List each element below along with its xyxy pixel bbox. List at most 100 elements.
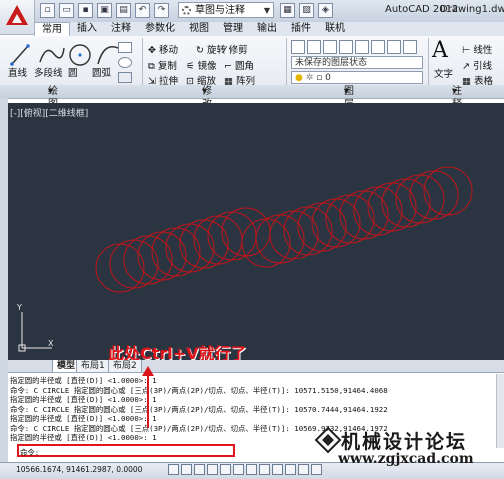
qp-icon[interactable] — [298, 464, 309, 475]
layer-off-icon[interactable] — [355, 40, 369, 54]
modify-fillet[interactable]: ⌐ 圆角 — [224, 58, 254, 72]
arrow-shaft — [147, 373, 149, 428]
lock-icon: ▫ — [316, 73, 323, 83]
modify-trim[interactable]: ⁄ 修剪 — [224, 42, 248, 56]
tpy-icon[interactable] — [285, 464, 296, 475]
application-menu-button[interactable] — [0, 0, 35, 35]
draw-tool-arc[interactable]: 圆弧 — [92, 65, 111, 79]
command-input-highlight — [17, 444, 235, 457]
drawn-circle — [193, 215, 243, 265]
drawn-circle — [423, 166, 473, 216]
annot-linear[interactable]: ⊢ 线性 — [462, 42, 492, 56]
drawn-circle — [269, 210, 319, 260]
dyn-icon[interactable] — [259, 464, 270, 475]
copy-icon: ⧉ — [148, 61, 155, 72]
panel-label-draw[interactable]: 绘图 ▾ — [48, 85, 58, 110]
layer-state-combo[interactable]: 未保存的图层状态 — [291, 56, 423, 69]
drawn-circle — [109, 239, 159, 289]
move-icon: ✥ — [148, 45, 156, 56]
grid-icon[interactable] — [181, 464, 192, 475]
tab-8[interactable]: 联机 — [318, 22, 352, 36]
snap-icon[interactable] — [168, 464, 179, 475]
autocad-window: ▫ ▭ ▪ ▣ ▤ ↶ ↷ 草图与注释 ▼ ▦ ▧ ◈ AutoCAD 2012… — [0, 0, 504, 479]
command-scrollbar[interactable] — [496, 374, 504, 448]
workspace-dropdown[interactable]: 草图与注释 ▼ — [178, 2, 274, 18]
drawn-circle — [207, 211, 257, 261]
left-strip — [0, 98, 8, 462]
layer-state-icon[interactable] — [307, 40, 321, 54]
properties-icon[interactable]: ▧ — [299, 3, 314, 18]
command-prompt[interactable]: 命令: — [20, 447, 39, 458]
gear-icon — [182, 6, 191, 15]
drawn-circle — [165, 223, 215, 273]
annot-text[interactable]: 文字 — [434, 66, 453, 80]
layer-freeze-icon[interactable] — [339, 40, 353, 54]
drawn-circle — [179, 219, 229, 269]
drawn-circle — [311, 198, 361, 248]
panel-label-modify[interactable]: 修改 ▾ — [202, 85, 212, 110]
layer-iso-icon[interactable] — [323, 40, 337, 54]
modify-rotate[interactable]: ↻ 旋转 — [196, 42, 226, 56]
save-icon[interactable]: ▪ — [78, 3, 93, 18]
drawn-circle — [367, 182, 417, 232]
hatch-icon[interactable] — [118, 72, 132, 83]
panel-label-annotation[interactable]: 注释 ▾ — [452, 85, 462, 110]
otrack-icon[interactable] — [233, 464, 244, 475]
draw-tool-line[interactable]: 直线 — [8, 65, 27, 79]
ortho-icon[interactable] — [194, 464, 205, 475]
draw-tool-polyline[interactable]: 多段线 — [34, 65, 63, 79]
draw-tool-circle[interactable]: 圆 — [68, 65, 78, 79]
arc-icon — [97, 46, 119, 65]
text-tool-icon[interactable]: A — [432, 38, 448, 63]
redo-icon[interactable]: ↷ — [154, 3, 169, 18]
drawn-circle — [395, 174, 445, 224]
drawn-circle — [325, 194, 375, 244]
rectangle-icon[interactable] — [118, 42, 132, 53]
modify-move[interactable]: ✥ 移动 — [148, 42, 178, 56]
ellipse-icon[interactable] — [118, 57, 132, 68]
sc-icon[interactable] — [311, 464, 322, 475]
tab-7[interactable]: 插件 — [284, 22, 318, 36]
drawn-circle — [255, 214, 305, 264]
line-icon — [11, 45, 29, 65]
lwt-icon[interactable] — [272, 464, 283, 475]
layout-tabs: 模型 布局1 布局2 — [8, 360, 504, 373]
ducs-icon[interactable] — [246, 464, 257, 475]
panel-labels: 绘图 ▾ 修改 ▾ 图层 ▾ 注释 ▾ — [0, 85, 504, 110]
tab-1[interactable]: 插入 — [70, 22, 104, 36]
linear-dim-icon: ⊢ — [462, 45, 471, 56]
save-as-icon[interactable]: ▣ — [97, 3, 112, 18]
layer-current-icon[interactable] — [403, 40, 417, 54]
layer-match-icon[interactable] — [387, 40, 401, 54]
status-toggles — [168, 464, 322, 475]
tab-3[interactable]: 参数化 — [138, 22, 182, 36]
watermark-url: www.zgjxcad.com — [338, 451, 474, 467]
panel-label-layer[interactable]: 图层 ▾ — [344, 85, 354, 110]
layer-properties-icon[interactable] — [291, 40, 305, 54]
modify-copy[interactable]: ⧉ 复制 — [148, 58, 177, 72]
modify-mirror[interactable]: ⚟ 镜像 — [186, 58, 217, 72]
tab-5[interactable]: 管理 — [216, 22, 250, 36]
tab-6[interactable]: 输出 — [250, 22, 284, 36]
drawn-circle — [339, 190, 389, 240]
layer-icon[interactable]: ▦ — [280, 3, 295, 18]
osnap-icon[interactable] — [220, 464, 231, 475]
open-icon[interactable]: ▭ — [59, 3, 74, 18]
drawn-circle — [221, 207, 271, 257]
tab-2[interactable]: 注释 — [104, 22, 138, 36]
tab-0[interactable]: 常用 — [34, 22, 70, 36]
extra-toolbar: ▦ ▧ ◈ — [280, 3, 333, 18]
polyline-icon — [39, 47, 65, 63]
undo-icon[interactable]: ↶ — [135, 3, 150, 18]
print-icon[interactable]: ▤ — [116, 3, 131, 18]
layer-combo[interactable]: ● ✲ ▫ 0 — [291, 71, 423, 84]
annot-leader[interactable]: ↗ 引线 — [462, 58, 492, 72]
tab-4[interactable]: 视图 — [182, 22, 216, 36]
ribbon-tabs: 常用 插入 注释 参数化 视图 管理 输出 插件 联机 — [34, 22, 504, 36]
command-history-line: 指定圆的半径或 [直径(D)] <1.0000>: 1 — [10, 433, 157, 442]
layer-lock-icon[interactable] — [371, 40, 385, 54]
fillet-icon: ⌐ — [224, 61, 232, 72]
polar-icon[interactable] — [207, 464, 218, 475]
match-icon[interactable]: ◈ — [318, 3, 333, 18]
new-icon[interactable]: ▫ — [40, 3, 55, 18]
